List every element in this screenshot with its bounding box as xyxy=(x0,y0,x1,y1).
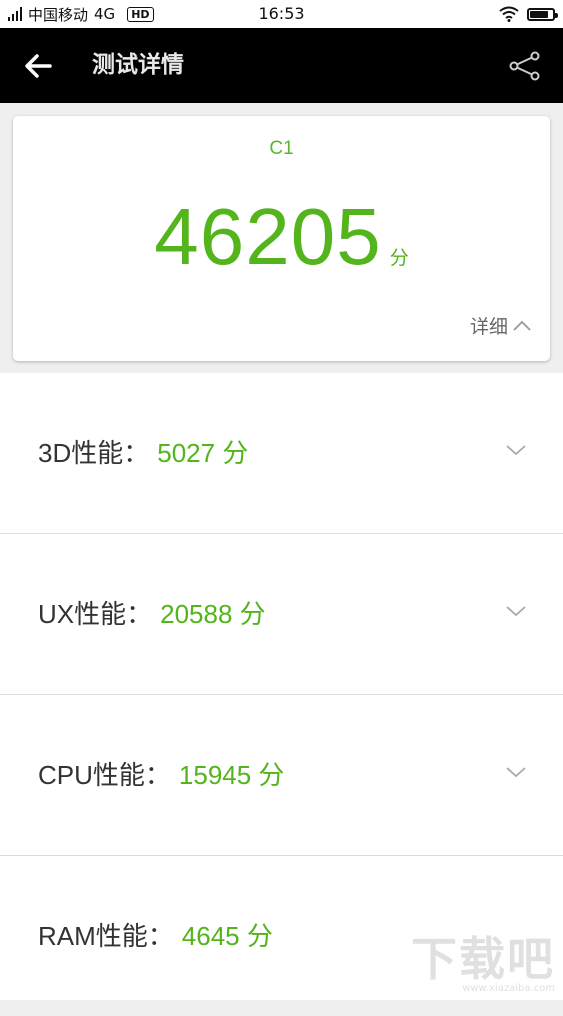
detail-label: 详细 xyxy=(469,316,508,338)
arrow-left-icon xyxy=(25,54,52,78)
chevron-down-icon xyxy=(506,445,526,456)
watermark-logo: 下载吧 xyxy=(411,932,555,986)
list-item-3d[interactable]: 3D性能： 5027 分 xyxy=(0,373,563,534)
chevron-down-icon xyxy=(506,767,526,778)
share-icon xyxy=(509,51,540,81)
back-button[interactable] xyxy=(18,46,58,86)
category-label: 3D性能： xyxy=(38,438,150,468)
clock: 16:53 xyxy=(258,4,305,23)
total-score-row: 46205 分 xyxy=(13,192,550,282)
category-label: RAM性能： xyxy=(38,921,174,951)
score-card: C1 46205 分 详细 xyxy=(13,116,550,361)
watermark: 下载吧 www.xiazaiba.com xyxy=(411,923,555,994)
status-bar: 中国移动 4G HD 16:53 xyxy=(0,0,563,28)
score-section: C1 46205 分 详细 xyxy=(0,103,563,373)
category-score: 4645 分 xyxy=(181,921,273,951)
list-item-cpu[interactable]: CPU性能： 15945 分 xyxy=(0,695,563,856)
category-score: 20588 分 xyxy=(160,599,266,629)
page-title: 测试详情 xyxy=(92,52,184,78)
wifi-icon xyxy=(499,6,519,22)
battery-icon xyxy=(527,7,558,21)
category-label: UX性能： xyxy=(38,599,153,629)
category-label: CPU性能： xyxy=(38,760,171,790)
chevron-down-icon xyxy=(506,606,526,617)
device-name: C1 xyxy=(269,138,294,159)
app-bar: 测试详情 xyxy=(0,28,563,103)
detail-toggle[interactable]: 详细 xyxy=(470,312,532,339)
category-score: 5027 分 xyxy=(157,438,249,468)
chevron-up-icon xyxy=(513,320,531,331)
category-list: 3D性能： 5027 分 UX性能： 20588 分 CPU性能： 15945 分 R… xyxy=(0,373,563,1000)
score-unit: 分 xyxy=(389,247,409,269)
category-score: 15945 分 xyxy=(178,760,285,790)
total-score: 46205 xyxy=(154,192,382,281)
share-button[interactable] xyxy=(505,46,545,86)
list-item-ux[interactable]: UX性能： 20588 分 xyxy=(0,534,563,695)
